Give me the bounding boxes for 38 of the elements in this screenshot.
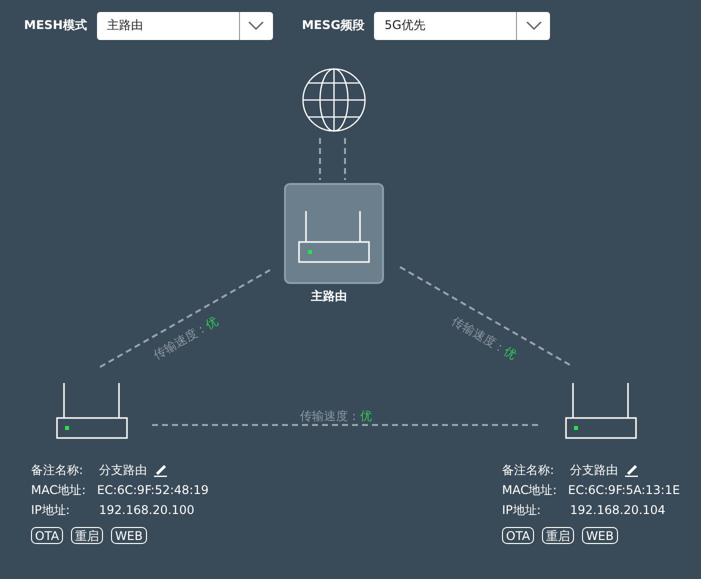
ip-address: 192.168.20.104 bbox=[570, 503, 666, 517]
router-icon bbox=[56, 383, 128, 439]
action-button[interactable]: OTA bbox=[31, 527, 64, 544]
action-button[interactable]: OTA bbox=[502, 527, 534, 544]
speed-value: 优 bbox=[360, 409, 372, 423]
action-button[interactable]: WEB bbox=[582, 527, 618, 544]
ip-address: 192.168.20.100 bbox=[99, 503, 194, 517]
speed-label: 传输速度： bbox=[300, 409, 360, 423]
speed-value: 优 bbox=[203, 314, 220, 332]
field-label: 备注名称: bbox=[502, 462, 556, 478]
dropdown-select[interactable]: 主路由 bbox=[96, 12, 273, 40]
device-name: 分支路由 bbox=[99, 462, 147, 478]
connector-line bbox=[319, 138, 321, 180]
field-label: MAC地址: bbox=[31, 482, 87, 498]
pencil-icon[interactable] bbox=[624, 463, 639, 477]
mac-address: EC:6C:9F:52:48:19 bbox=[97, 483, 209, 497]
field-label: MAC地址: bbox=[502, 482, 558, 498]
main-router-card[interactable] bbox=[284, 183, 384, 284]
router-icon bbox=[565, 383, 637, 439]
router-icon bbox=[298, 208, 370, 262]
connector-line bbox=[344, 138, 346, 180]
dropdown-select[interactable]: 5G优先 bbox=[374, 12, 550, 40]
field-label: IP地址: bbox=[31, 502, 71, 518]
field-label: 备注名称: bbox=[31, 462, 84, 478]
chevron-down-icon bbox=[526, 20, 542, 30]
speed-value: 优 bbox=[502, 344, 519, 362]
mac-address: EC:6C:9F:5A:13:1E bbox=[568, 483, 680, 497]
select-label: MESG频段 bbox=[302, 17, 364, 34]
device-name: 分支路由 bbox=[570, 462, 618, 478]
field-label: IP地址: bbox=[502, 502, 542, 518]
main-router-label: 主路由 bbox=[311, 288, 347, 305]
action-button[interactable]: WEB bbox=[111, 527, 147, 544]
globe-icon bbox=[301, 67, 367, 133]
action-button[interactable]: 重启 bbox=[542, 527, 574, 544]
pencil-icon[interactable] bbox=[153, 463, 168, 477]
chevron-down-icon bbox=[248, 20, 264, 30]
select-label: MESH模式 bbox=[24, 17, 87, 34]
action-button[interactable]: 重启 bbox=[71, 527, 104, 544]
